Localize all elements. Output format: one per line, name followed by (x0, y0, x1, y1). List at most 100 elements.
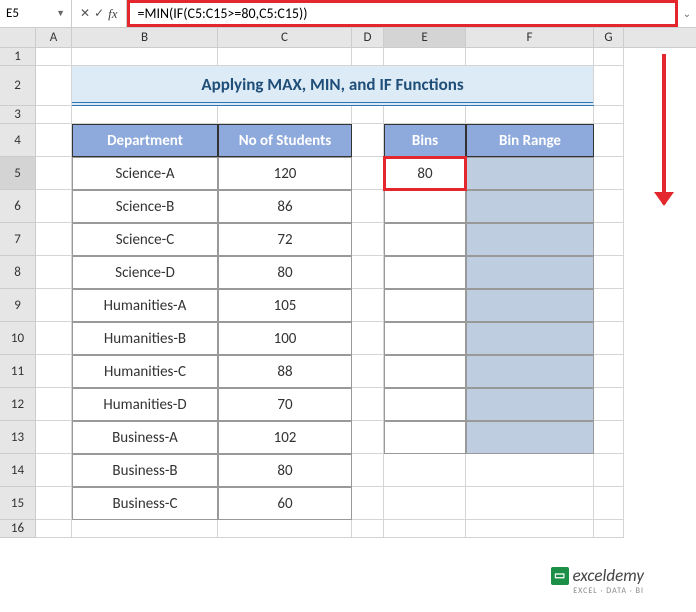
val-cell-0[interactable]: 120 (218, 157, 352, 190)
header-binrange[interactable]: Bin Range (466, 124, 594, 157)
col-header-a[interactable]: A (36, 28, 72, 47)
col-header-e[interactable]: E (384, 28, 466, 47)
cell-g11[interactable] (594, 355, 624, 388)
cell-f15[interactable] (466, 487, 594, 520)
bins-cell-2[interactable] (384, 223, 466, 256)
cell-d12[interactable] (352, 388, 384, 421)
binrange-cell-4[interactable] (466, 289, 594, 322)
cell-c16[interactable] (218, 520, 352, 538)
cell-d14[interactable] (352, 454, 384, 487)
cell-f16[interactable] (466, 520, 594, 538)
row-header-9[interactable]: 9 (0, 289, 36, 322)
cell-e1[interactable] (384, 48, 466, 66)
cell-a15[interactable] (36, 487, 72, 520)
bins-cell-8[interactable] (384, 421, 466, 454)
cell-a14[interactable] (36, 454, 72, 487)
row-header-15[interactable]: 15 (0, 487, 36, 520)
cell-f1[interactable] (466, 48, 594, 66)
cell-d11[interactable] (352, 355, 384, 388)
binrange-cell-7[interactable] (466, 388, 594, 421)
formula-input[interactable]: =MIN(IF(C5:C15>=80,C5:C15)) (127, 0, 678, 27)
row-header-8[interactable]: 8 (0, 256, 36, 289)
col-header-f[interactable]: F (466, 28, 594, 47)
val-cell-6[interactable]: 88 (218, 355, 352, 388)
cell-a11[interactable] (36, 355, 72, 388)
cell-f3[interactable] (466, 106, 594, 124)
cancel-icon[interactable]: ✕ (80, 6, 90, 21)
val-cell-10[interactable]: 60 (218, 487, 352, 520)
col-header-g[interactable]: G (594, 28, 624, 47)
cell-d9[interactable] (352, 289, 384, 322)
binrange-cell-5[interactable] (466, 322, 594, 355)
cell-d15[interactable] (352, 487, 384, 520)
cell-g3[interactable] (594, 106, 624, 124)
row-header-5[interactable]: 5 (0, 157, 36, 190)
cell-a9[interactable] (36, 289, 72, 322)
cell-g5[interactable] (594, 157, 624, 190)
cell-e14[interactable] (384, 454, 466, 487)
cell-g12[interactable] (594, 388, 624, 421)
cell-d16[interactable] (352, 520, 384, 538)
title-cell[interactable]: Applying MAX, MIN, and IF Functions (72, 66, 594, 106)
col-header-d[interactable]: D (352, 28, 384, 47)
cell-e3[interactable] (384, 106, 466, 124)
cell-g4[interactable] (594, 124, 624, 157)
row-header-1[interactable]: 1 (0, 48, 36, 66)
row-header-6[interactable]: 6 (0, 190, 36, 223)
header-students[interactable]: No of Students (218, 124, 352, 157)
cell-d3[interactable] (352, 106, 384, 124)
select-all-corner[interactable] (0, 28, 36, 47)
cell-b16[interactable] (72, 520, 218, 538)
val-cell-2[interactable]: 72 (218, 223, 352, 256)
bins-cell-4[interactable] (384, 289, 466, 322)
val-cell-9[interactable]: 80 (218, 454, 352, 487)
cell-e16[interactable] (384, 520, 466, 538)
cell-g10[interactable] (594, 322, 624, 355)
cell-c1[interactable] (218, 48, 352, 66)
cell-b3[interactable] (72, 106, 218, 124)
cell-d4[interactable] (352, 124, 384, 157)
val-cell-4[interactable]: 105 (218, 289, 352, 322)
row-header-12[interactable]: 12 (0, 388, 36, 421)
header-department[interactable]: Department (72, 124, 218, 157)
dept-cell-10[interactable]: Business-C (72, 487, 218, 520)
dept-cell-9[interactable]: Business-B (72, 454, 218, 487)
dept-cell-5[interactable]: Humanities-B (72, 322, 218, 355)
dept-cell-2[interactable]: Science-C (72, 223, 218, 256)
col-header-b[interactable]: B (72, 28, 218, 47)
binrange-cell-1[interactable] (466, 190, 594, 223)
cell-c3[interactable] (218, 106, 352, 124)
cell-a8[interactable] (36, 256, 72, 289)
cell-g9[interactable] (594, 289, 624, 322)
cell-a13[interactable] (36, 421, 72, 454)
row-header-10[interactable]: 10 (0, 322, 36, 355)
cell-a16[interactable] (36, 520, 72, 538)
name-box[interactable]: E5 ▼ (0, 0, 72, 27)
col-header-c[interactable]: C (218, 28, 352, 47)
cell-g6[interactable] (594, 190, 624, 223)
fx-icon[interactable]: fx (108, 6, 117, 22)
cell-d1[interactable] (352, 48, 384, 66)
bins-cell-3[interactable] (384, 256, 466, 289)
dept-cell-1[interactable]: Science-B (72, 190, 218, 223)
bins-cell-5[interactable] (384, 322, 466, 355)
val-cell-3[interactable]: 80 (218, 256, 352, 289)
cell-a10[interactable] (36, 322, 72, 355)
cell-g1[interactable] (594, 48, 624, 66)
row-header-11[interactable]: 11 (0, 355, 36, 388)
row-header-3[interactable]: 3 (0, 106, 36, 124)
val-cell-5[interactable]: 100 (218, 322, 352, 355)
cell-a3[interactable] (36, 106, 72, 124)
dept-cell-7[interactable]: Humanities-D (72, 388, 218, 421)
bins-cell-0[interactable]: 80 (384, 157, 466, 190)
chevron-down-icon[interactable]: ▼ (56, 8, 65, 19)
cell-a2[interactable] (36, 66, 72, 106)
bins-cell-1[interactable] (384, 190, 466, 223)
dept-cell-8[interactable]: Business-A (72, 421, 218, 454)
cell-g14[interactable] (594, 454, 624, 487)
bins-cell-7[interactable] (384, 388, 466, 421)
binrange-cell-2[interactable] (466, 223, 594, 256)
dept-cell-4[interactable]: Humanities-A (72, 289, 218, 322)
cell-g15[interactable] (594, 487, 624, 520)
cell-g13[interactable] (594, 421, 624, 454)
